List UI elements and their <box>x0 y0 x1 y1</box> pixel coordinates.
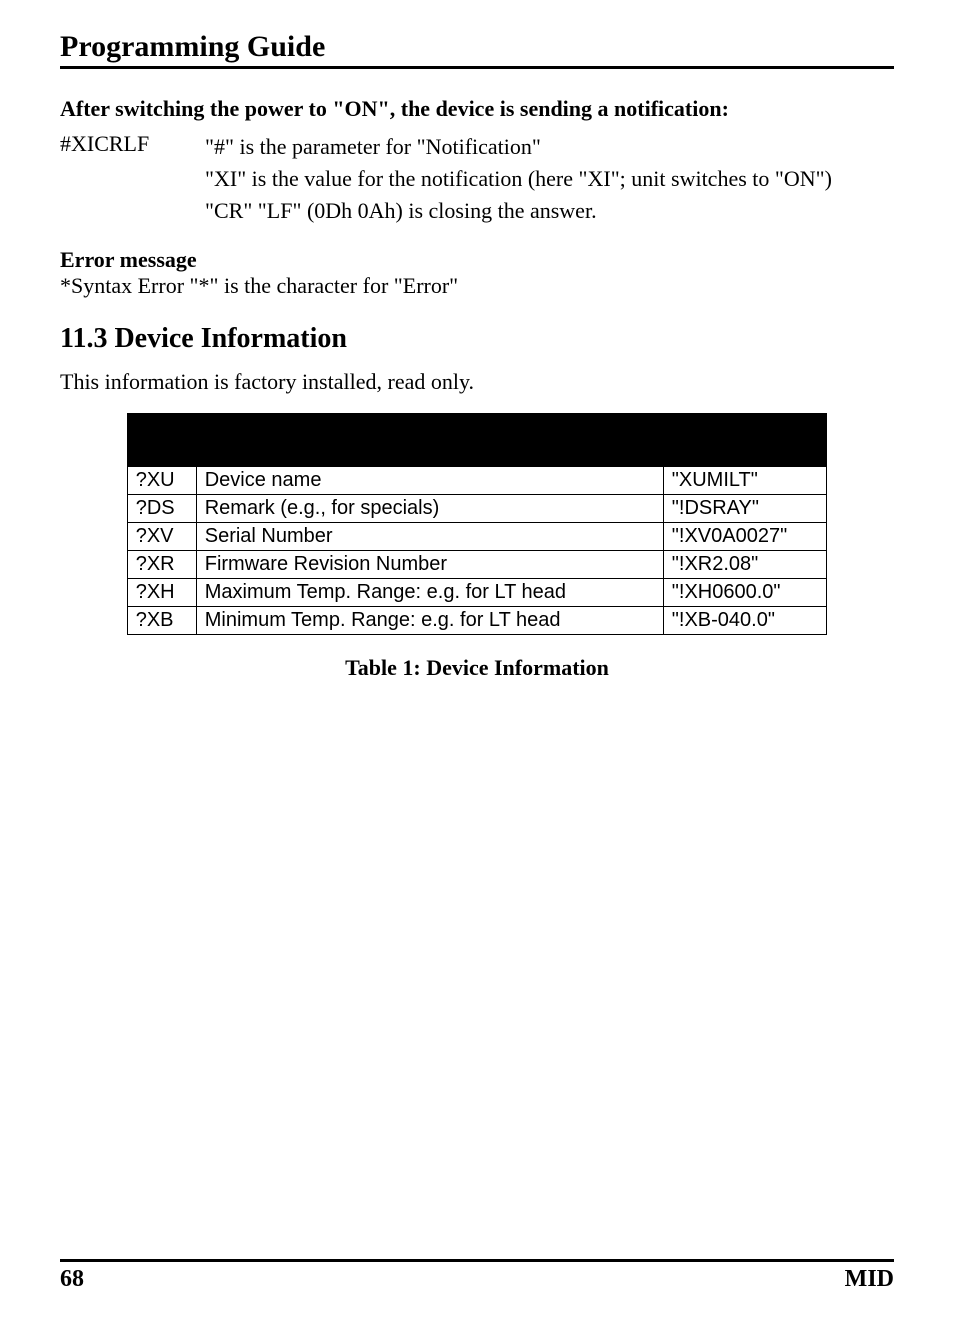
table-cell-desc: Maximum Temp. Range: e.g. for LT head <box>196 578 663 606</box>
brand-label: MID <box>845 1266 894 1293</box>
table-row: ?XU Device name "XUMILT" <box>127 466 827 494</box>
table-row: ?XR Firmware Revision Number "!XR2.08" <box>127 550 827 578</box>
table-cell-desc: Serial Number <box>196 522 663 550</box>
table-cell-desc: Remark (e.g., for specials) <box>196 494 663 522</box>
error-text: *Syntax Error "*" is the character for "… <box>60 273 894 299</box>
table-cell-desc: Device name <box>196 466 663 494</box>
table-cell-desc: Firmware Revision Number <box>196 550 663 578</box>
page-title: Programming Guide <box>60 30 894 69</box>
table-cell-cmd: ?XH <box>127 578 196 606</box>
section-heading: 11.3 Device Information <box>60 323 894 355</box>
notification-row: #XICRLF "#" is the parameter for "Notifi… <box>60 131 894 227</box>
table-cell-resp: "!XR2.08" <box>663 550 826 578</box>
table-cell-resp: "XUMILT" <box>663 466 826 494</box>
notification-line-2: "XI" is the value for the notification (… <box>205 163 894 195</box>
table-cell-cmd: ?XU <box>127 466 196 494</box>
footer-divider <box>60 1259 894 1262</box>
table-row: ?XH Maximum Temp. Range: e.g. for LT hea… <box>127 578 827 606</box>
table-cell-cmd: ?XR <box>127 550 196 578</box>
table-row: ?DS Remark (e.g., for specials) "!DSRAY" <box>127 494 827 522</box>
notification-line-3: "CR" "LF" (0Dh 0Ah) is closing the answe… <box>205 195 894 227</box>
device-table: ?XU Device name "XUMILT" ?DS Remark (e.g… <box>127 413 828 635</box>
table-header-row <box>127 413 827 466</box>
table-cell-resp: "!XH0600.0" <box>663 578 826 606</box>
section-intro: This information is factory installed, r… <box>60 369 894 395</box>
table-header-cell <box>663 413 826 466</box>
table-row: ?XB Minimum Temp. Range: e.g. for LT hea… <box>127 606 827 634</box>
table-cell-cmd: ?XB <box>127 606 196 634</box>
notification-description: "#" is the parameter for "Notification" … <box>205 131 894 227</box>
intro-text: After switching the power to "ON", the d… <box>60 93 894 125</box>
table-cell-cmd: ?XV <box>127 522 196 550</box>
error-heading: Error message <box>60 247 894 273</box>
table-cell-resp: "!DSRAY" <box>663 494 826 522</box>
table-cell-resp: "!XV0A0027" <box>663 522 826 550</box>
table-cell-desc: Minimum Temp. Range: e.g. for LT head <box>196 606 663 634</box>
table-cell-cmd: ?DS <box>127 494 196 522</box>
table-header-cell <box>196 413 663 466</box>
table-caption: Table 1: Device Information <box>60 655 894 681</box>
page-footer: 68 MID <box>60 1259 894 1293</box>
table-header-cell <box>127 413 196 466</box>
table-cell-resp: "!XB-040.0" <box>663 606 826 634</box>
page-number: 68 <box>60 1266 84 1293</box>
table-row: ?XV Serial Number "!XV0A0027" <box>127 522 827 550</box>
notification-label: #XICRLF <box>60 131 205 227</box>
notification-line-1: "#" is the parameter for "Notification" <box>205 131 894 163</box>
